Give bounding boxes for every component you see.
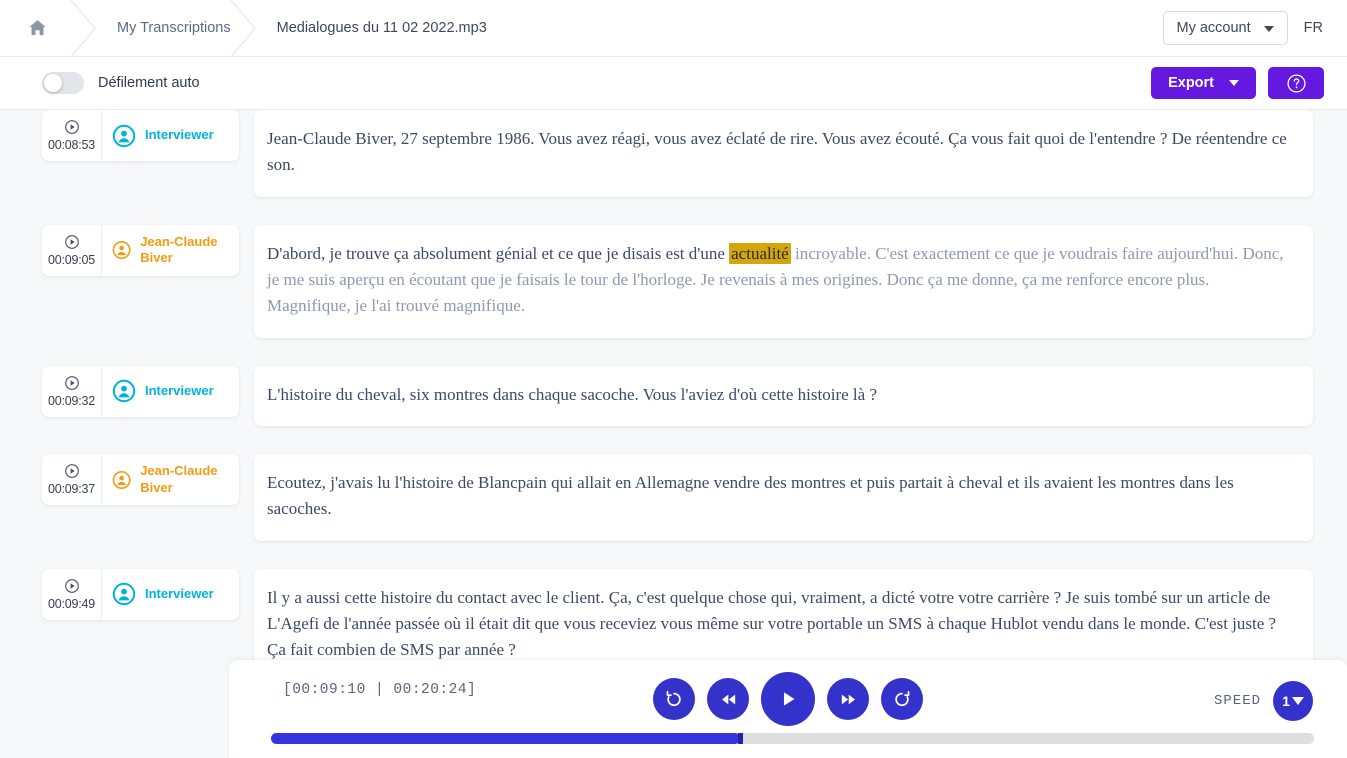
transcript-segment: 00:09:05 Jean-Claude Biver D'abord, je tro…	[0, 224, 1347, 338]
segment-meta-chip[interactable]: 00:09:37 Jean-Claude Biver	[42, 454, 239, 506]
segment-timestamp: 00:09:05	[47, 252, 96, 267]
segment-timestamp: 00:09:37	[47, 482, 96, 497]
segment-timestamp-button[interactable]: 00:08:53	[42, 110, 102, 161]
avatar-icon	[112, 124, 136, 147]
segment-text-body[interactable]: Jean-Claude Biver, 27 septembre 1986. Vo…	[254, 110, 1313, 197]
rotate-right-icon	[895, 690, 910, 707]
segment-speaker-name: Jean-Claude Biver	[140, 463, 218, 495]
chevron-down-icon	[1229, 80, 1239, 86]
transcription-editor-page: My Transcriptions Medialogues du 11 02 2…	[0, 0, 1347, 758]
segment-speaker[interactable]: Interviewer	[102, 110, 239, 161]
segment-timestamp: 00:09:49	[47, 596, 96, 611]
segment-text-body[interactable]: L'histoire du cheval, six montres dans c…	[254, 365, 1313, 427]
segment-speaker[interactable]: Interviewer	[102, 569, 239, 620]
segment-text-body[interactable]: Ecoutez, j'avais lu l'histoire de Blancp…	[254, 454, 1313, 541]
speed-value: 1	[1282, 693, 1290, 709]
autoscroll-label: Défilement auto	[98, 75, 200, 91]
play-circle-icon	[64, 464, 79, 478]
segment-text-spoken: Jean-Claude Biver, 27 septembre 1986. Vo…	[267, 129, 1287, 175]
home-button[interactable]	[0, 0, 75, 57]
segment-timestamp-button[interactable]: 00:09:05	[42, 224, 102, 276]
segment-speaker[interactable]: Jean-Claude Biver	[102, 225, 239, 276]
speed-label: SPEED	[1213, 693, 1261, 709]
replay-forward-button[interactable]	[881, 678, 923, 720]
breadcrumb-header: My Transcriptions Medialogues du 11 02 2…	[0, 0, 1347, 57]
segment-meta-chip[interactable]: 00:09:32 Interviewer	[42, 365, 239, 417]
segment-timestamp: 00:08:53	[47, 138, 96, 152]
play-circle-icon	[64, 578, 79, 593]
rotate-left-icon	[666, 690, 681, 707]
autoscroll-toggle-group: Défilement auto	[0, 72, 200, 94]
segment-timestamp: 00:09:32	[47, 393, 96, 408]
chevron-down-icon	[1291, 697, 1304, 705]
autoscroll-toggle[interactable]	[42, 72, 84, 94]
segment-speaker[interactable]: Jean-Claude Biver	[102, 454, 239, 505]
progress-scrubber[interactable]	[738, 733, 744, 744]
help-button[interactable]	[1268, 67, 1324, 99]
breadcrumb-separator	[229, 0, 277, 57]
avatar-icon	[112, 470, 131, 489]
segment-speaker-name: Interviewer	[145, 586, 214, 602]
forward-button[interactable]	[827, 678, 869, 720]
transcript-segment-list: 00:08:53 Interviewer Jean-Claude Biver, 27…	[0, 110, 1347, 682]
segment-text-spoken: L'histoire du cheval, six montres dans c…	[267, 384, 877, 404]
my-account-label: My account	[1176, 20, 1251, 36]
player-timecode: [00:09:10 | 00:20:24]	[283, 682, 477, 698]
play-circle-icon	[64, 375, 79, 390]
segment-speaker-name: Jean-Claude Biver	[140, 233, 218, 266]
playback-controls	[653, 672, 923, 726]
transcript-segment: 00:09:32 Interviewer L'histoire du cheval,…	[0, 365, 1347, 427]
toggle-knob	[44, 74, 62, 92]
export-label: Export	[1168, 75, 1214, 91]
replay-back-button[interactable]	[653, 678, 695, 720]
header-actions: My account FR	[1162, 11, 1347, 45]
play-circle-icon	[64, 120, 79, 134]
segment-speaker[interactable]: Interviewer	[102, 366, 239, 417]
segment-meta-chip[interactable]: 00:09:49 Interviewer	[42, 568, 239, 620]
home-icon	[29, 20, 46, 36]
play-circle-icon	[64, 234, 79, 249]
breadcrumb-item-my-transcriptions[interactable]: My Transcriptions	[117, 20, 235, 36]
segment-text-body[interactable]: D'abord, je trouve ça absolument génial …	[254, 224, 1313, 338]
segment-speaker-name: Interviewer	[145, 127, 214, 143]
chevron-down-icon	[1263, 25, 1274, 32]
avatar-icon	[112, 241, 131, 260]
fast-rewind-icon	[721, 694, 735, 704]
play-button[interactable]	[761, 672, 815, 726]
avatar-icon	[112, 380, 136, 403]
export-button[interactable]: Export	[1151, 67, 1256, 99]
speed-control-group: SPEED 1	[1214, 681, 1313, 721]
play-icon	[783, 692, 795, 706]
segment-timestamp-button[interactable]: 00:09:37	[42, 454, 102, 506]
segment-text-spoken: Ecoutez, j'avais lu l'histoire de Blancp…	[267, 473, 1234, 519]
rewind-button[interactable]	[707, 678, 749, 720]
audio-player: [00:09:10 | 00:20:24] SPEED 1	[229, 660, 1347, 758]
segment-text-spoken: D'abord, je trouve ça absolument génial …	[267, 243, 730, 263]
segment-text-spoken: Il y a aussi cette histoire du contact a…	[267, 587, 1277, 660]
segment-timestamp-button[interactable]: 00:09:32	[42, 365, 102, 417]
progress-bar-wrap	[271, 733, 1314, 744]
transcript-segment: 00:09:37 Jean-Claude Biver Ecoutez, j'avai…	[0, 454, 1347, 541]
progress-bar[interactable]	[271, 733, 1314, 744]
fast-forward-icon	[841, 694, 855, 704]
segment-meta-chip[interactable]: 00:08:53 Interviewer	[42, 110, 239, 161]
segment-text-highlight: actualité	[729, 242, 791, 264]
question-circle-icon	[1286, 73, 1306, 93]
player-controls-row: [00:09:10 | 00:20:24] SPEED 1	[229, 660, 1347, 732]
progress-bar-fill	[271, 733, 741, 744]
breadcrumb-separator	[69, 0, 117, 57]
segment-speaker-name: Interviewer	[145, 383, 214, 399]
language-switcher[interactable]: FR	[1304, 20, 1323, 36]
speed-selector[interactable]: 1	[1273, 681, 1313, 721]
transcript-segment: 00:08:53 Interviewer Jean-Claude Biver, 27…	[0, 110, 1347, 197]
toolbar-actions: Export	[1151, 67, 1347, 99]
segment-meta-chip[interactable]: 00:09:05 Jean-Claude Biver	[42, 224, 239, 276]
segment-timestamp-button[interactable]: 00:09:49	[42, 568, 102, 620]
avatar-icon	[112, 583, 136, 606]
breadcrumb-item-current-file: Medialogues du 11 02 2022.mp3	[276, 20, 487, 36]
my-account-dropdown[interactable]: My account	[1162, 11, 1288, 45]
editor-toolbar: Défilement auto Export	[0, 57, 1347, 110]
